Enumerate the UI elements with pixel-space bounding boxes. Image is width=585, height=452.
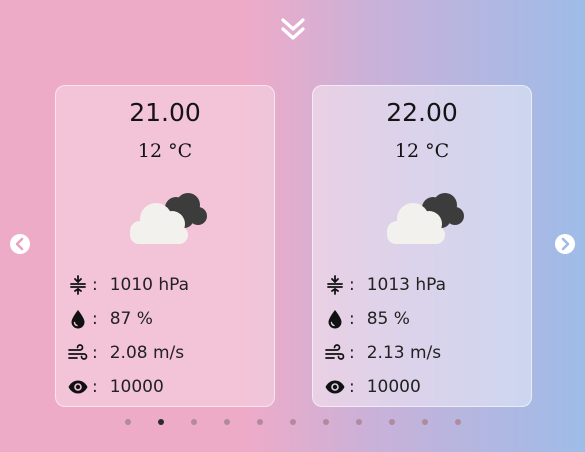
humidity-value: 87 % [109, 309, 153, 329]
pagination-dot[interactable] [158, 419, 164, 425]
pagination-dot[interactable] [389, 419, 395, 425]
separator: : [92, 343, 98, 363]
visibility-row: : 10000 [68, 375, 164, 399]
separator: : [349, 309, 355, 329]
pagination-dot[interactable] [455, 419, 461, 425]
eye-icon [325, 380, 345, 394]
cloud-icon [130, 193, 207, 244]
eye-icon [68, 380, 88, 394]
pagination-dot[interactable] [356, 419, 362, 425]
forecast-temperature: 12 °C [394, 140, 450, 162]
separator: : [92, 377, 98, 397]
forecast-card: 21.00 12 °C : 1010 hPa : 87 %: 2.08 m/s… [55, 85, 275, 407]
pressure-icon [70, 275, 86, 295]
chevron-double-down-icon[interactable] [279, 16, 307, 44]
pressure-value: 1010 hPa [109, 275, 190, 295]
separator: : [349, 343, 355, 363]
visibility-value: 10000 [366, 377, 421, 397]
pressure-icon [327, 275, 343, 295]
wind-value: 2.13 m/s [366, 343, 442, 363]
wind-icon [325, 344, 345, 360]
humidity-row: : 87 % [68, 307, 153, 331]
pagination-dot[interactable] [257, 419, 263, 425]
visibility-value: 10000 [109, 377, 164, 397]
pagination-dot[interactable] [191, 419, 197, 425]
separator: : [92, 275, 98, 295]
chevron-left-icon [10, 234, 30, 254]
pagination-dot[interactable] [290, 419, 296, 425]
separator: : [349, 377, 355, 397]
droplet-icon [71, 310, 85, 329]
pressure-value: 1013 hPa [366, 275, 447, 295]
forecast-time: 22.00 [386, 98, 458, 127]
wind-icon [68, 344, 88, 360]
pagination-dot[interactable] [323, 419, 329, 425]
humidity-row: : 85 % [325, 307, 410, 331]
forecast-time: 21.00 [129, 98, 201, 127]
humidity-value: 85 % [366, 309, 410, 329]
pagination-dot[interactable] [125, 419, 131, 425]
separator: : [92, 309, 98, 329]
wind-value: 2.08 m/s [109, 343, 185, 363]
pressure-row: : 1010 hPa [68, 273, 189, 297]
pagination-dot[interactable] [224, 419, 230, 425]
prev-slide-button[interactable] [9, 233, 31, 255]
droplet-icon [328, 310, 342, 329]
forecast-card: 22.00 12 °C : 1013 hPa : 85 %: 2.13 m/s… [312, 85, 532, 407]
chevron-right-icon [555, 234, 575, 254]
wind-row: : 2.08 m/s [68, 341, 184, 365]
next-slide-button[interactable] [554, 233, 576, 255]
pressure-row: : 1013 hPa [325, 273, 446, 297]
wind-row: : 2.13 m/s [325, 341, 441, 365]
separator: : [349, 275, 355, 295]
visibility-row: : 10000 [325, 375, 421, 399]
cloud-icon [387, 193, 464, 244]
pagination-dot[interactable] [422, 419, 428, 425]
forecast-temperature: 12 °C [137, 140, 193, 162]
